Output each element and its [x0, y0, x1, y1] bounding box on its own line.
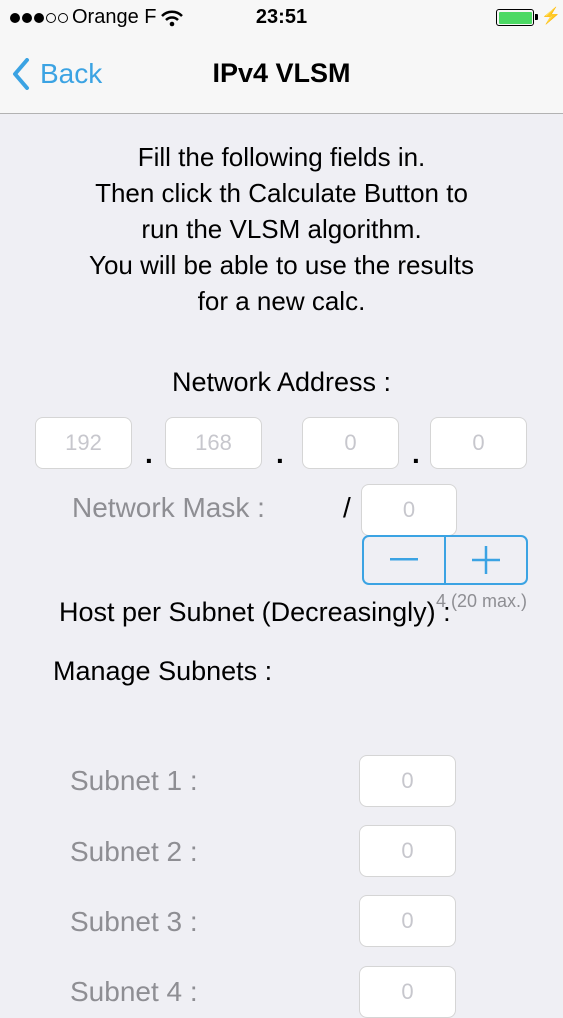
plus-icon — [472, 546, 500, 574]
subnet-2-input[interactable] — [359, 825, 456, 877]
octet-4-input[interactable] — [430, 417, 527, 469]
status-bar: Orange F 23:51 ⚡ — [0, 0, 563, 38]
minus-icon — [390, 558, 418, 561]
network-address-label: Network Address : — [171, 367, 392, 397]
instruction-line: You will be able to use the results — [89, 250, 474, 280]
instruction-line: for a new calc. — [197, 286, 366, 316]
decrement-button[interactable] — [364, 537, 446, 583]
octet-1-input[interactable] — [35, 417, 132, 469]
hosts-per-subnet-label: Host per Subnet (Decreasingly) : — [59, 597, 451, 627]
page-title: IPv4 VLSM — [212, 58, 351, 88]
status-time: 23:51 — [255, 6, 308, 28]
instruction-line: run the VLSM algorithm. — [141, 214, 422, 244]
subnet-1-input[interactable] — [359, 755, 456, 807]
instruction-line: Then click th Calculate Button to — [95, 178, 468, 208]
octet-separator: . — [145, 438, 153, 469]
charging-icon: ⚡ — [541, 8, 561, 25]
network-mask-input[interactable] — [361, 484, 457, 536]
octet-3-input[interactable] — [302, 417, 399, 469]
navigation-bar: Back IPv4 VLSM — [0, 38, 563, 114]
network-mask-label: Network Mask : — [72, 492, 265, 523]
subnet-4-input[interactable] — [359, 966, 456, 1018]
subnet-3-input[interactable] — [359, 895, 456, 947]
instructions-text: Fill the following fields in. Then click… — [0, 139, 563, 319]
subnet-label: Subnet 1 : — [70, 765, 198, 796]
subnet-label: Subnet 2 : — [70, 836, 198, 867]
octet-2-input[interactable] — [165, 417, 262, 469]
octet-separator: . — [412, 438, 420, 469]
mask-slash: / — [343, 492, 351, 523]
battery-icon — [496, 9, 538, 26]
subnet-label: Subnet 4 : — [70, 976, 198, 1007]
subnet-stepper[interactable] — [362, 535, 528, 585]
instruction-line: Fill the following fields in. — [137, 142, 426, 172]
octet-separator: . — [276, 438, 284, 469]
manage-subnets-label: Manage Subnets : — [53, 656, 273, 686]
increment-button[interactable] — [446, 537, 526, 583]
subnet-count: 4 (20 max.) — [436, 591, 528, 611]
subnet-label: Subnet 3 : — [70, 906, 198, 937]
